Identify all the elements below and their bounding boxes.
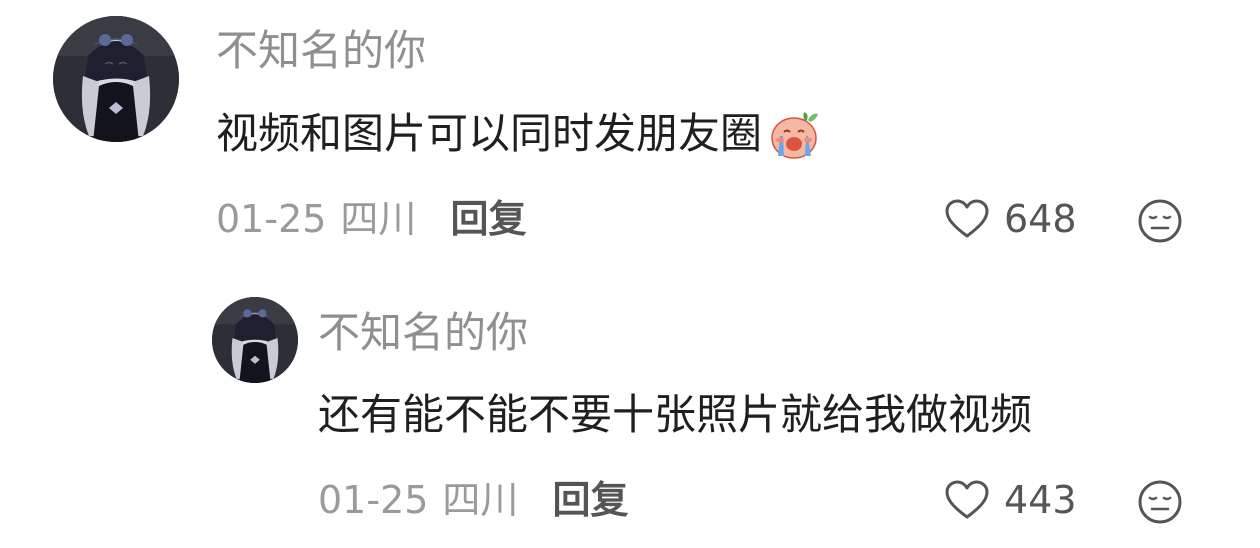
comment-text: 还有能不能不要十张照片就给我做视频 bbox=[318, 390, 1032, 440]
like-count: 648 bbox=[1004, 197, 1077, 241]
comment-time: 01-25 bbox=[318, 478, 429, 522]
avatar-image bbox=[212, 297, 298, 383]
avatar-image bbox=[53, 16, 179, 142]
reply-button[interactable]: 回复 bbox=[450, 196, 526, 242]
like-button[interactable]: 648 bbox=[944, 196, 1077, 242]
comment-location: 四川 bbox=[340, 197, 417, 241]
comment-meta: 01-25 四川 回复 bbox=[318, 477, 628, 523]
heart-icon bbox=[944, 479, 990, 521]
comment-author[interactable]: 不知名的你 bbox=[318, 308, 528, 358]
comment-author[interactable]: 不知名的你 bbox=[216, 26, 426, 76]
comment-meta: 01-25 四川 回复 bbox=[216, 196, 526, 242]
like-count: 443 bbox=[1004, 478, 1077, 522]
like-button[interactable]: 443 bbox=[944, 477, 1077, 523]
avatar[interactable] bbox=[53, 16, 179, 142]
comment-location: 四川 bbox=[442, 478, 519, 522]
crying-face-emoji-icon bbox=[768, 108, 820, 160]
avatar[interactable] bbox=[212, 297, 298, 383]
comment-text-content: 视频和图片可以同时发朋友圈 bbox=[216, 109, 763, 158]
comment-text-content: 还有能不能不要十张照片就给我做视频 bbox=[318, 390, 1033, 439]
comment: 不知名的你 视频和图片可以同时发朋友圈 01-25 四川 回复 648 bbox=[0, 0, 1260, 270]
dislike-button[interactable] bbox=[1137, 198, 1183, 244]
dislike-button[interactable] bbox=[1137, 479, 1183, 525]
reply-button[interactable]: 回复 bbox=[552, 477, 628, 523]
heart-icon bbox=[944, 198, 990, 240]
comment-text: 视频和图片可以同时发朋友圈 bbox=[216, 108, 820, 160]
comment-time: 01-25 bbox=[216, 197, 327, 241]
unhappy-face-icon bbox=[1138, 199, 1182, 243]
reply-comment: 不知名的你 还有能不能不要十张照片就给我做视频 01-25 四川 回复 443 bbox=[0, 280, 1260, 548]
unhappy-face-icon bbox=[1138, 480, 1182, 524]
